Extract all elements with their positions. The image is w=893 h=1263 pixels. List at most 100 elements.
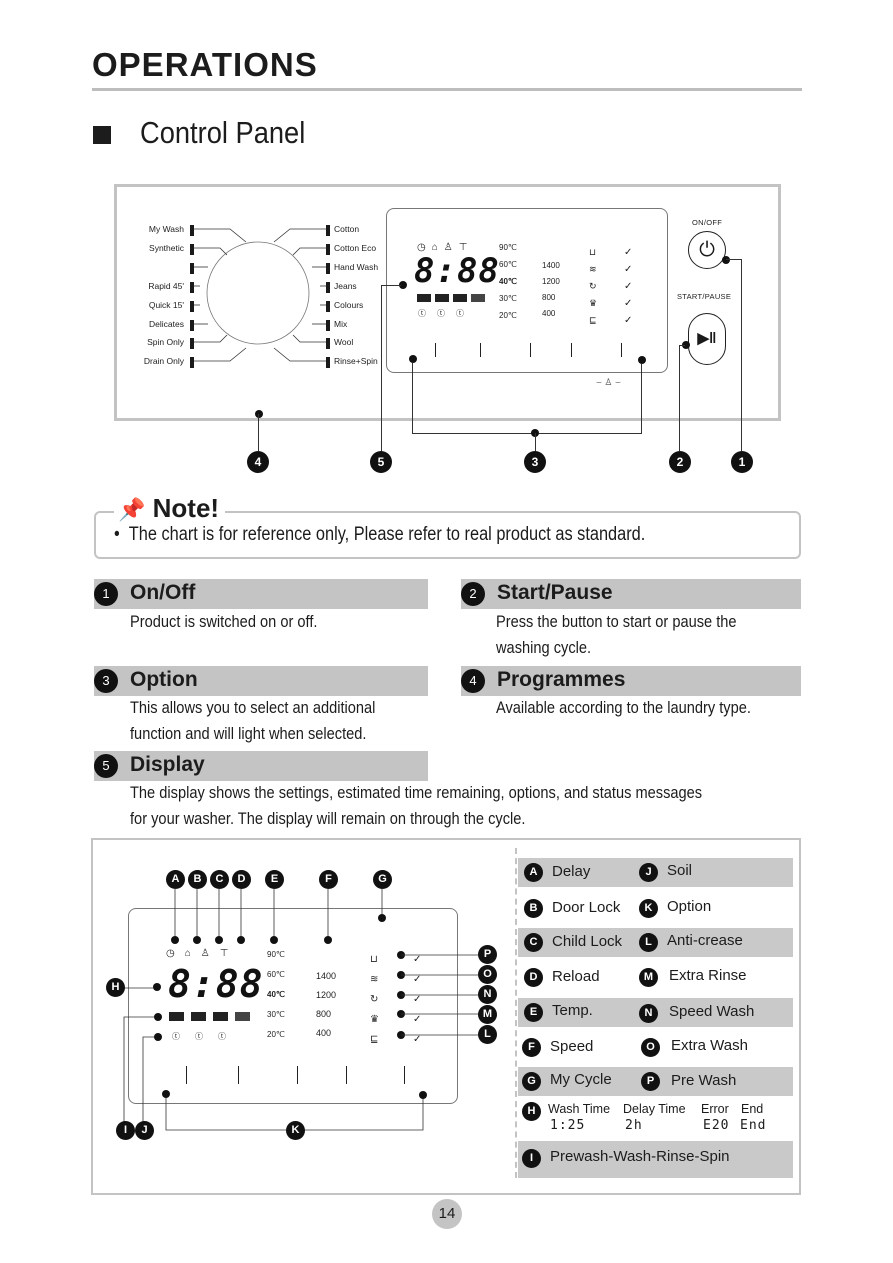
note-text: • The chart is for reference only, Pleas… xyxy=(114,524,645,546)
check-icon: ✓ xyxy=(413,954,422,965)
option-touch-key[interactable] xyxy=(238,1066,239,1084)
section-description: This allows you to select an additional … xyxy=(130,695,375,747)
programme-indicator xyxy=(190,244,194,255)
callout-4: 4 xyxy=(247,451,269,473)
programme-rapid-45[interactable]: Rapid 45' xyxy=(148,281,184,291)
label-m: M xyxy=(478,1005,497,1024)
programme-cotton[interactable]: Cotton xyxy=(334,224,359,234)
temp-40: 40℃ xyxy=(499,277,517,286)
page-title: OPERATIONS xyxy=(92,46,318,83)
connector-line xyxy=(741,259,742,451)
cycle-stage-icons xyxy=(417,294,487,303)
legend-row: C Child Lock L Anti-crease xyxy=(518,928,793,957)
label-k: K xyxy=(286,1121,305,1140)
legend-text: Speed Wash xyxy=(669,1003,755,1020)
check-icon: ✓ xyxy=(413,974,422,985)
legend-letter: J xyxy=(639,863,658,882)
legend-separator xyxy=(515,848,517,1178)
wash-stage-icon xyxy=(435,294,449,302)
section-heading: Display xyxy=(130,753,205,776)
soil-shirt-icon: ⓣ xyxy=(456,309,475,318)
delay-time-value: 2h xyxy=(625,1118,643,1133)
title-divider xyxy=(92,88,802,91)
option-icons-column: ⊔ ≋ ↻ ♛ ⊑ xyxy=(589,244,597,329)
legend-text: Speed xyxy=(550,1038,594,1055)
callout-1: 1 xyxy=(731,451,753,473)
diagram-option-icons: ⊔ ≋ ↻ ♛ ⊑ xyxy=(370,950,379,1050)
programme-wool[interactable]: Wool xyxy=(334,337,353,347)
speed-wash-icon: ↻ xyxy=(370,994,379,1005)
start-pause-button[interactable]: ▶‖ xyxy=(688,313,726,365)
section-programmes: 4 Programmes xyxy=(461,666,801,696)
delay-clock-icon: ◷ xyxy=(166,948,185,959)
check-icon: ✓ xyxy=(624,315,633,326)
option-touch-key[interactable] xyxy=(480,343,481,357)
legend-row: A Delay J Soil xyxy=(518,858,793,887)
programme-cotton-eco[interactable]: Cotton Eco xyxy=(334,243,376,253)
legend-row: G My Cycle P Pre Wash xyxy=(518,1067,793,1096)
option-touch-key[interactable] xyxy=(346,1066,347,1084)
legend-row: E Temp. N Speed Wash xyxy=(518,998,793,1027)
programme-rinse-spin[interactable]: Rinse+Spin xyxy=(334,356,378,366)
legend-text: Anti-crease xyxy=(667,932,743,949)
legend-text: Extra Rinse xyxy=(669,967,747,984)
section-heading: Programmes xyxy=(497,668,626,691)
power-button[interactable]: ⏻ xyxy=(688,231,726,269)
option-touch-key[interactable] xyxy=(297,1066,298,1084)
legend-letter: O xyxy=(641,1038,660,1057)
delay-time-title: Delay Time xyxy=(623,1102,686,1116)
speed-400: 400 xyxy=(316,1028,332,1038)
section-text-line: Available according to the laundry type. xyxy=(496,698,751,717)
soil-shirt-icon: ⓣ xyxy=(418,309,437,318)
programme-spin-only[interactable]: Spin Only xyxy=(147,337,184,347)
end-title: End xyxy=(741,1102,764,1116)
option-touch-key[interactable] xyxy=(571,343,572,357)
programme-indicator xyxy=(190,320,194,331)
programme-my-wash[interactable]: My Wash xyxy=(149,224,184,234)
diagram-speed-column: 1400 1200 800 400 xyxy=(316,971,336,1047)
programme-jeans[interactable]: Jeans xyxy=(334,281,357,291)
label-i: I xyxy=(116,1121,135,1140)
programme-mix[interactable]: Mix xyxy=(334,319,347,329)
option-touch-key[interactable] xyxy=(186,1066,187,1084)
option-touch-key[interactable] xyxy=(404,1066,405,1084)
legend-row-h: H Wash Time 1:25 Delay Time 2h Error E20… xyxy=(518,1100,793,1136)
note-title: 📌 Note! xyxy=(114,493,226,524)
programme-delicates[interactable]: Delicates xyxy=(149,319,184,329)
programme-synthetic[interactable]: Synthetic xyxy=(149,243,184,253)
temperature-column: 90℃ 60℃ 40℃ 30℃ 20℃ xyxy=(499,243,529,328)
legend-row: F Speed O Extra Wash xyxy=(518,1033,793,1062)
speed-wash-icon: ↻ xyxy=(589,281,597,291)
anti-crease-icon: ⊑ xyxy=(370,1034,379,1045)
temp-30: 30℃ xyxy=(499,294,517,303)
soil-shirt-icon: ⓣ xyxy=(195,1032,218,1041)
check-icon: ✓ xyxy=(624,247,633,258)
spin-stage-icon xyxy=(235,1012,250,1021)
legend-text: Prewash-Wash-Rinse-Spin xyxy=(550,1148,730,1165)
section-heading: Start/Pause xyxy=(497,581,613,604)
option-touch-key[interactable] xyxy=(530,343,531,357)
legend-text: Pre Wash xyxy=(671,1072,737,1089)
dial-leader-lines xyxy=(192,228,328,362)
option-touch-key[interactable] xyxy=(621,343,622,357)
extra-rinse-icon: ♛ xyxy=(589,298,598,308)
extra-wash-icon: ≋ xyxy=(589,264,597,274)
option-touch-key[interactable] xyxy=(435,343,436,357)
temp-90: 90℃ xyxy=(499,243,517,252)
callout-dot xyxy=(722,256,730,264)
start-pause-label: START/PAUSE xyxy=(677,292,732,301)
programme-hand-wash[interactable]: Hand Wash xyxy=(334,262,378,272)
programme-quick-15[interactable]: Quick 15' xyxy=(149,300,184,310)
soil-shirt-icon: ⓣ xyxy=(172,1032,195,1041)
label-p: P xyxy=(478,945,497,964)
programme-colours[interactable]: Colours xyxy=(334,300,363,310)
programme-drain-only[interactable]: Drain Only xyxy=(144,356,184,366)
programme-indicator xyxy=(326,282,330,293)
callout-dot xyxy=(409,355,417,363)
legend-text: Temp. xyxy=(552,1002,593,1019)
temp-60: 60℃ xyxy=(499,260,517,269)
legend-letter: D xyxy=(524,968,543,987)
legend-letter: G xyxy=(522,1072,541,1091)
connector-line xyxy=(535,433,536,451)
speed-800: 800 xyxy=(542,293,556,302)
